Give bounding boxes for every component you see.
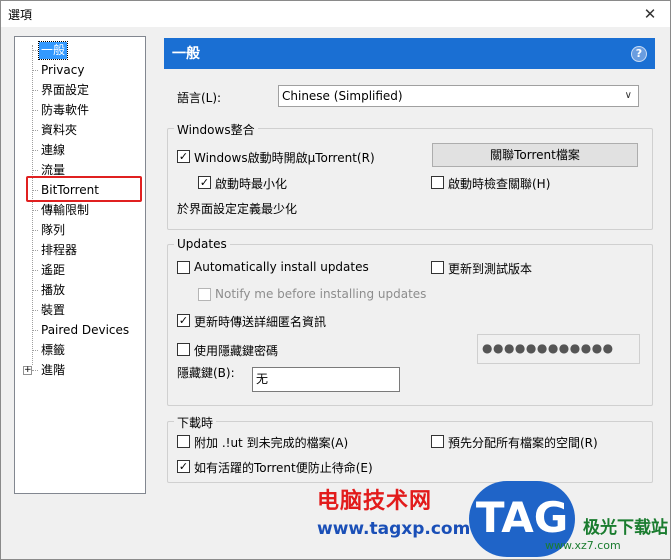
- associate-torrent-button[interactable]: 關聯Torrent檔案: [432, 143, 638, 167]
- preallocate-label: 預先分配所有檔案的空間(R): [448, 436, 598, 450]
- updates-group-title: Updates: [174, 237, 230, 251]
- watermark-site-name: 电脑技术网: [317, 489, 433, 514]
- stealth-key-label: 隱藏鍵(B):: [177, 366, 235, 380]
- use-stealth-password-checkbox[interactable]: [177, 343, 190, 356]
- title-bar: 選項 ✕: [1, 1, 670, 27]
- tree-item-general[interactable]: 一般: [31, 41, 69, 60]
- tree-item-ui-settings[interactable]: 界面設定: [31, 82, 91, 99]
- watermark-right-name: 极光下载站: [583, 518, 668, 538]
- watermark-overlay: 电脑技术网 www.tagxp.com TAG 极光下载站 www.xz7.co…: [311, 479, 671, 560]
- prevent-standby-label: 如有活躍的Torrent便防止待命(E): [194, 461, 373, 475]
- tree-item-labels[interactable]: 標籤: [31, 342, 67, 359]
- auto-install-label: Automatically install updates: [194, 260, 369, 274]
- language-value: Chinese (Simplified): [282, 89, 403, 103]
- section-header: 一般 ?: [164, 38, 655, 69]
- tree-item-transfer-cap[interactable]: 傳輸限制: [31, 202, 91, 219]
- notify-before-checkbox[interactable]: [198, 288, 211, 301]
- tree-connector: [32, 45, 33, 365]
- chevron-down-icon: ∨: [624, 90, 632, 101]
- prevent-standby-checkbox[interactable]: ✓: [177, 460, 190, 473]
- help-icon[interactable]: ?: [631, 46, 647, 62]
- send-details-label: 更新時傳送詳細匿名資訊: [194, 315, 327, 329]
- tree-item-remote[interactable]: 遙距: [31, 262, 67, 279]
- options-dialog: 選項 ✕ 一般 Privacy 界面設定 防毒軟件 資料夾 連線 流量 BitT…: [0, 0, 671, 560]
- tree-item-connection[interactable]: 連線: [31, 142, 67, 159]
- stealth-key-input[interactable]: 无: [252, 367, 400, 392]
- send-details-checkbox[interactable]: ✓: [177, 314, 190, 327]
- start-with-windows-checkbox[interactable]: ✓: [177, 150, 190, 163]
- tree-item-queueing[interactable]: 隊列: [31, 222, 67, 239]
- beta-updates-label: 更新到測試版本: [448, 262, 533, 276]
- watermark-right-url: www.xz7.com: [545, 539, 621, 552]
- window-title: 選項: [8, 8, 33, 22]
- append-ut-label: 附加 .!ut 到未完成的檔案(A): [194, 436, 349, 450]
- beta-updates-checkbox[interactable]: [431, 261, 444, 274]
- start-minimized-checkbox[interactable]: ✓: [198, 176, 211, 189]
- expand-icon[interactable]: +: [23, 366, 32, 375]
- start-with-windows-label: Windows啟動時開啟µTorrent(R): [194, 151, 375, 165]
- tree-item-antivirus[interactable]: 防毒軟件: [31, 102, 91, 119]
- minimize-note: 於界面設定定義最少化: [177, 202, 298, 216]
- password-field[interactable]: ●●●●●●●●●●●●: [477, 334, 640, 364]
- tree-item-devices[interactable]: 裝置: [31, 302, 67, 319]
- tree-item-playback[interactable]: 播放: [31, 282, 67, 299]
- tree-item-scheduler[interactable]: 排程器: [31, 242, 79, 259]
- notify-before-label: Notify me before installing updates: [215, 287, 427, 301]
- download-group-title: 下載時: [174, 414, 217, 431]
- close-button[interactable]: ✕: [638, 4, 662, 24]
- highlight-annotation: [26, 176, 142, 202]
- append-ut-checkbox[interactable]: [177, 435, 190, 448]
- tree-item-paired-devices[interactable]: Paired Devices: [31, 322, 131, 339]
- windows-group-title: Windows整合: [174, 121, 258, 138]
- preallocate-checkbox[interactable]: [431, 435, 444, 448]
- tree-item-folders[interactable]: 資料夾: [31, 122, 79, 139]
- tree-item-advanced[interactable]: 進階: [31, 362, 67, 379]
- use-stealth-password-label: 使用隱藏鍵密碼: [194, 344, 279, 358]
- check-association-checkbox[interactable]: [431, 176, 444, 189]
- tree-item-privacy[interactable]: Privacy: [31, 62, 86, 79]
- auto-install-checkbox[interactable]: [177, 261, 190, 274]
- language-label: 語言(L):: [177, 91, 222, 105]
- check-association-label: 啟動時檢查關聯(H): [448, 177, 551, 191]
- category-tree: 一般 Privacy 界面設定 防毒軟件 資料夾 連線 流量 BitTorren…: [14, 36, 146, 494]
- watermark-url: www.tagxp.com: [317, 519, 471, 539]
- language-select[interactable]: Chinese (Simplified) ∨: [278, 85, 639, 107]
- start-minimized-label: 啟動時最小化: [215, 177, 288, 191]
- section-title: 一般: [172, 46, 200, 62]
